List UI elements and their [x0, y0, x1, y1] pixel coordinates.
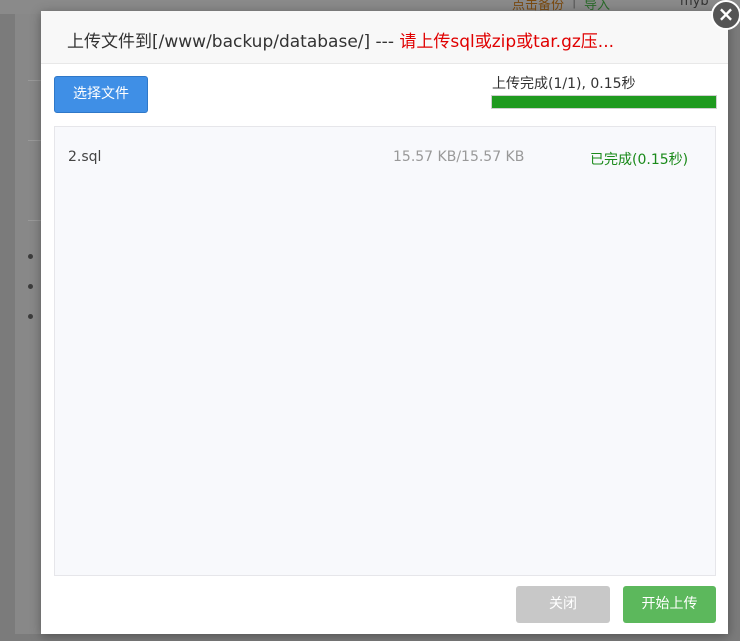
file-size: 15.57 KB/15.57 KB [393, 149, 525, 165]
link-divider: | [572, 0, 577, 9]
upload-progress-fill [492, 96, 716, 108]
dialog-title: 上传文件到[/www/backup/database/] --- 请上传sql或… [67, 27, 614, 52]
dialog-title-path: 上传文件到[/www/backup/database/] --- [67, 32, 400, 52]
file-name: 2.sql [68, 149, 102, 165]
upload-progress-bar [491, 95, 717, 109]
select-file-button[interactable]: 选择文件 [54, 76, 148, 113]
upload-progress-label: 上传完成(1/1), 0.15秒 [492, 76, 636, 92]
close-icon[interactable]: × [711, 0, 740, 30]
background-divider [28, 220, 42, 221]
upload-dialog: 上传文件到[/www/backup/database/] --- 请上传sql或… [41, 11, 728, 634]
file-status: 已完成(0.15秒) [590, 152, 689, 168]
close-button[interactable]: 关闭 [516, 586, 610, 623]
start-upload-button[interactable]: 开始上传 [623, 586, 716, 623]
file-list: 2.sql 15.57 KB/15.57 KB 已完成(0.15秒) [54, 126, 716, 576]
dialog-header: 上传文件到[/www/backup/database/] --- 请上传sql或… [41, 11, 728, 64]
background-bullet [28, 284, 33, 289]
dialog-title-warning: 请上传sql或zip或tar.gz压... [399, 32, 615, 52]
background-divider [28, 80, 42, 81]
background-user: myb [680, 0, 709, 9]
background-divider [28, 140, 42, 141]
background-bullet [28, 314, 33, 319]
background-bullet [28, 254, 33, 259]
file-row: 2.sql 15.57 KB/15.57 KB 已完成(0.15秒) [55, 147, 715, 171]
